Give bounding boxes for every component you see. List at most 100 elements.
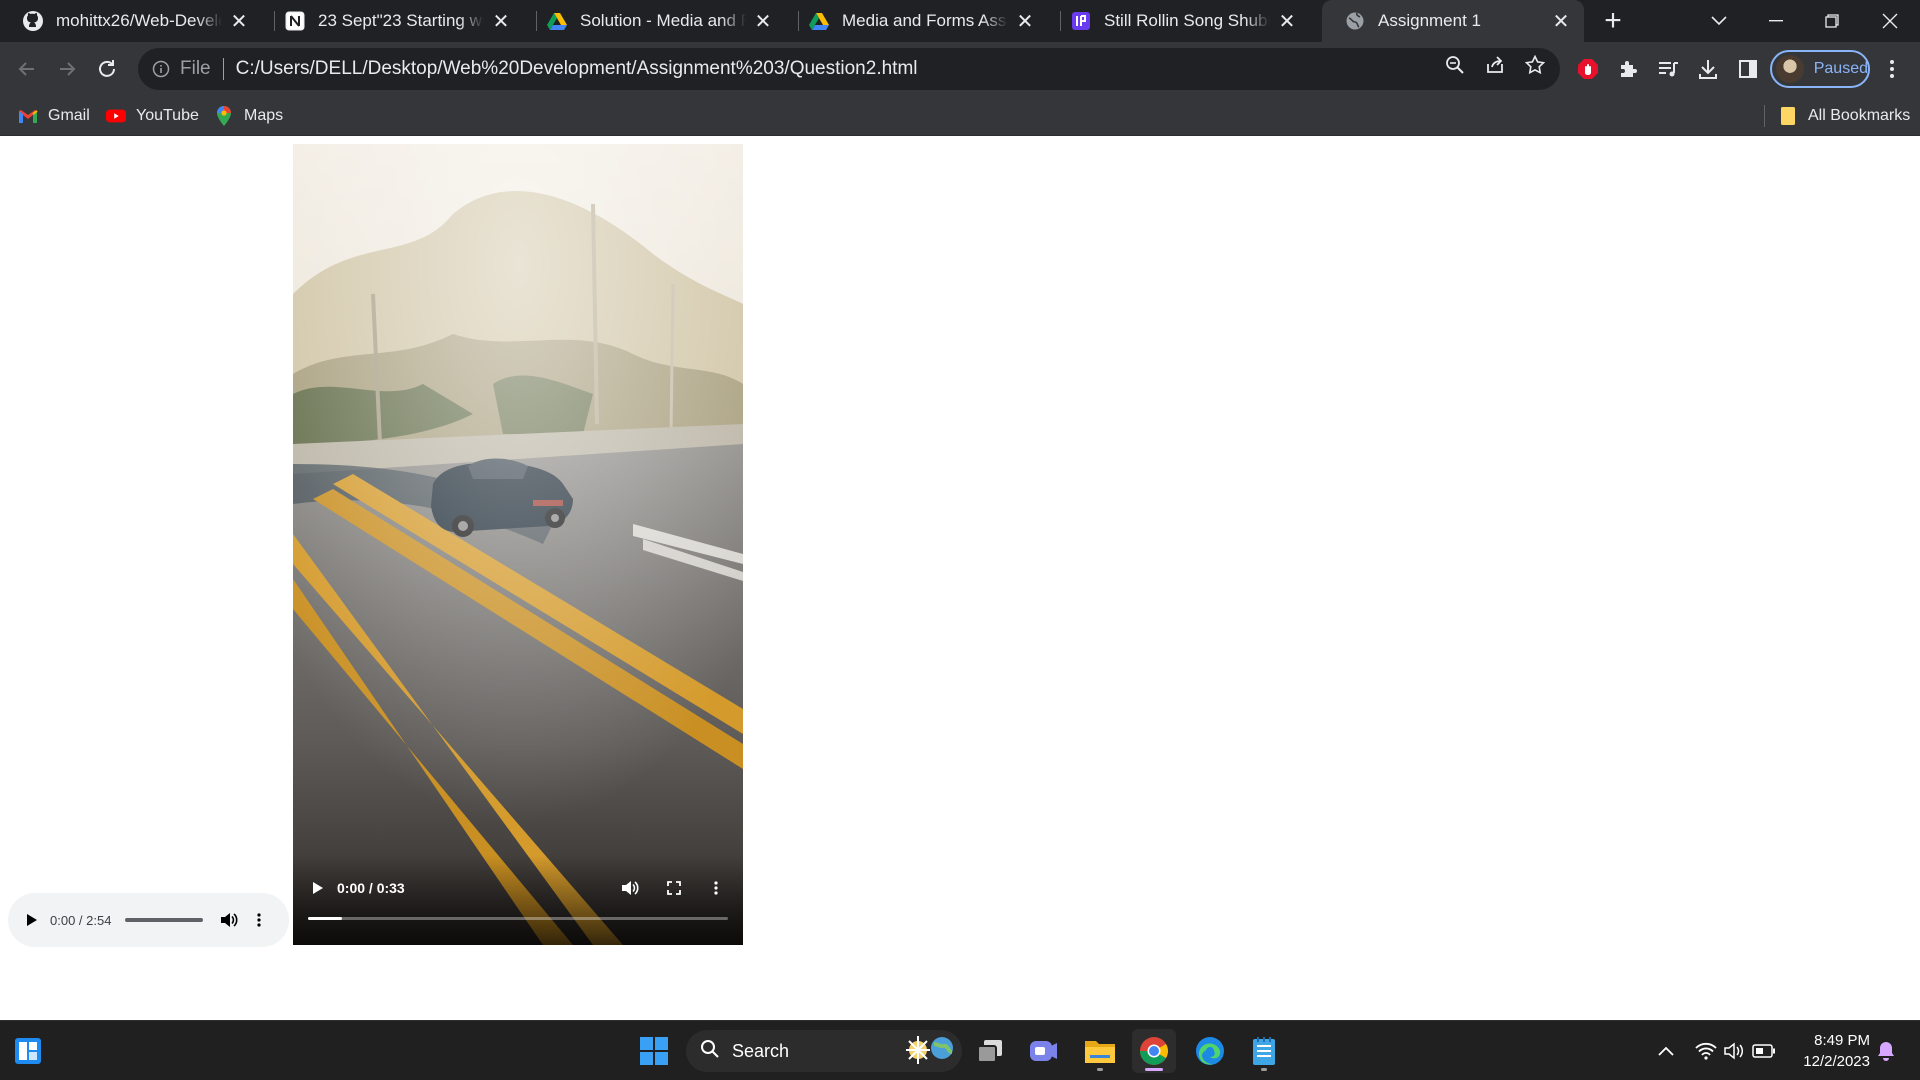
tab-title: Media and Forms Assignment [842,11,1008,30]
chrome-icon[interactable] [1132,1029,1176,1073]
folder-icon [1778,106,1798,126]
battery-icon[interactable] [1752,1039,1776,1063]
youtube-icon [106,106,126,126]
globe-icon [1344,10,1366,32]
gmail-icon [18,106,38,126]
close-icon[interactable]: ✕ [1550,10,1572,33]
minimize-button[interactable] [1748,0,1804,42]
bookmark-label: Gmail [48,106,90,124]
chevron-up-icon[interactable] [1654,1039,1678,1063]
github-icon [22,10,44,32]
adblock-extension-icon[interactable] [1572,53,1604,85]
notepad-icon[interactable] [1242,1029,1286,1073]
bookmark-youtube[interactable]: YouTube [106,95,199,136]
teams-chat-icon[interactable] [1022,1029,1066,1073]
url-text[interactable]: C:/Users/DELL/Desktop/Web%20Development/… [236,58,918,80]
tab-title: Still Rollin Song Shubh Punjabi [1104,11,1270,30]
notification-bell-icon[interactable] [1874,1039,1898,1063]
taskbar-clock[interactable]: 8:49 PM 12/2/2023 [1786,1030,1870,1072]
taskbar: Search 8:49 PM 12/2/2023 [0,1020,1920,1080]
audio-player[interactable]: 0:00 / 2:54 [8,893,289,947]
close-window-button[interactable] [1862,0,1918,42]
info-icon[interactable] [150,58,172,80]
back-button[interactable] [10,52,44,86]
start-icon[interactable] [632,1029,676,1073]
close-icon[interactable]: ✕ [1014,10,1036,33]
close-icon[interactable]: ✕ [752,10,774,33]
bookmark-gmail[interactable]: Gmail [18,95,90,136]
edge-icon[interactable] [1188,1029,1232,1073]
all-bookmarks-button[interactable]: All Bookmarks [1778,95,1910,136]
more-menu-icon[interactable] [1876,53,1908,85]
volume-icon[interactable] [619,877,641,899]
more-options-icon[interactable] [249,910,269,930]
volume-icon[interactable] [219,910,239,930]
taskbar-search[interactable]: Search [686,1030,962,1072]
tab-title: Solution - Media and Forms [580,11,746,30]
tab-assignment-1[interactable]: Assignment 1 ✕ [1322,0,1584,42]
fullscreen-icon[interactable] [663,877,685,899]
bookmark-star-icon[interactable] [1522,52,1548,78]
bookmarks-bar: Gmail YouTube Maps All Bookmarks [0,95,1920,136]
close-icon[interactable]: ✕ [228,10,250,33]
video-frame [293,144,743,945]
close-icon[interactable]: ✕ [490,10,512,33]
restore-button[interactable] [1804,0,1860,42]
extensions-icon[interactable] [1612,53,1644,85]
running-indicator [1145,1068,1163,1071]
browser-toolbar: File C:/Users/DELL/Desktop/Web%20Develop… [0,42,1920,95]
share-icon[interactable] [1482,52,1508,78]
side-panel-icon[interactable] [1732,53,1764,85]
video-seek-bar[interactable] [308,917,728,920]
maps-icon [214,105,234,126]
play-icon[interactable] [307,877,329,899]
running-indicator [1097,1068,1103,1071]
search-highlight-icon [904,1032,956,1071]
media-controls-icon[interactable] [1652,53,1684,85]
bookmark-maps[interactable]: Maps [214,95,283,136]
avatar [1776,55,1804,83]
reload-button[interactable] [90,52,124,86]
tab-drive-solution[interactable]: Solution - Media and Forms ✕ [524,0,786,42]
scheme-label: File [180,58,211,79]
pagalworld-icon [1070,10,1092,32]
address-divider [222,58,224,80]
all-bookmarks-label: All Bookmarks [1808,106,1911,124]
video-time: 0:00 / 0:33 [337,880,405,896]
close-icon[interactable]: ✕ [1276,10,1298,33]
audio-time: 0:00 / 2:54 [50,912,112,928]
video-controls: 0:00 / 0:33 [293,855,743,945]
task-view-icon[interactable] [968,1029,1012,1073]
download-icon[interactable] [1692,53,1724,85]
new-tab-button[interactable]: + [1598,4,1628,37]
tab-search-chevron-icon[interactable] [1691,0,1747,42]
tab-drive-assignment[interactable]: Media and Forms Assignment ✕ [786,0,1048,42]
file-explorer-icon[interactable] [1078,1029,1122,1073]
widgets-icon[interactable] [6,1029,50,1073]
google-drive-icon [546,10,568,32]
more-options-icon[interactable] [705,877,727,899]
address-bar[interactable]: File C:/Users/DELL/Desktop/Web%20Develop… [138,48,1560,90]
tab-strip: mohittx26/Web-Development ✕ 23 Sept"23 S… [0,0,1920,42]
speaker-icon[interactable] [1722,1039,1746,1063]
bookmark-label: Maps [244,106,284,124]
video-player[interactable]: 0:00 / 0:33 [293,144,743,945]
notion-icon [284,10,306,32]
bookmark-label: YouTube [136,106,199,124]
profile-status-label: Paused [1813,60,1868,77]
tab-song[interactable]: Still Rollin Song Shubh Punjabi ✕ [1048,0,1310,42]
google-drive-icon [808,10,830,32]
audio-seek-bar[interactable] [125,918,204,922]
clock-date: 12/2/2023 [1803,1053,1870,1070]
wifi-icon[interactable] [1694,1039,1718,1063]
clock-time: 8:49 PM [1814,1032,1870,1049]
search-label: Search [732,1040,790,1061]
tab-github[interactable]: mohittx26/Web-Development ✕ [0,0,262,42]
tab-title: Assignment 1 [1378,11,1481,30]
forward-button[interactable] [50,52,84,86]
tab-notion[interactable]: 23 Sept"23 Starting with C ✕ [262,0,524,42]
play-icon[interactable] [22,910,42,930]
zoom-icon[interactable] [1442,52,1468,78]
tab-title: 23 Sept"23 Starting with C [318,11,484,30]
profile-button[interactable]: Paused [1770,50,1870,88]
